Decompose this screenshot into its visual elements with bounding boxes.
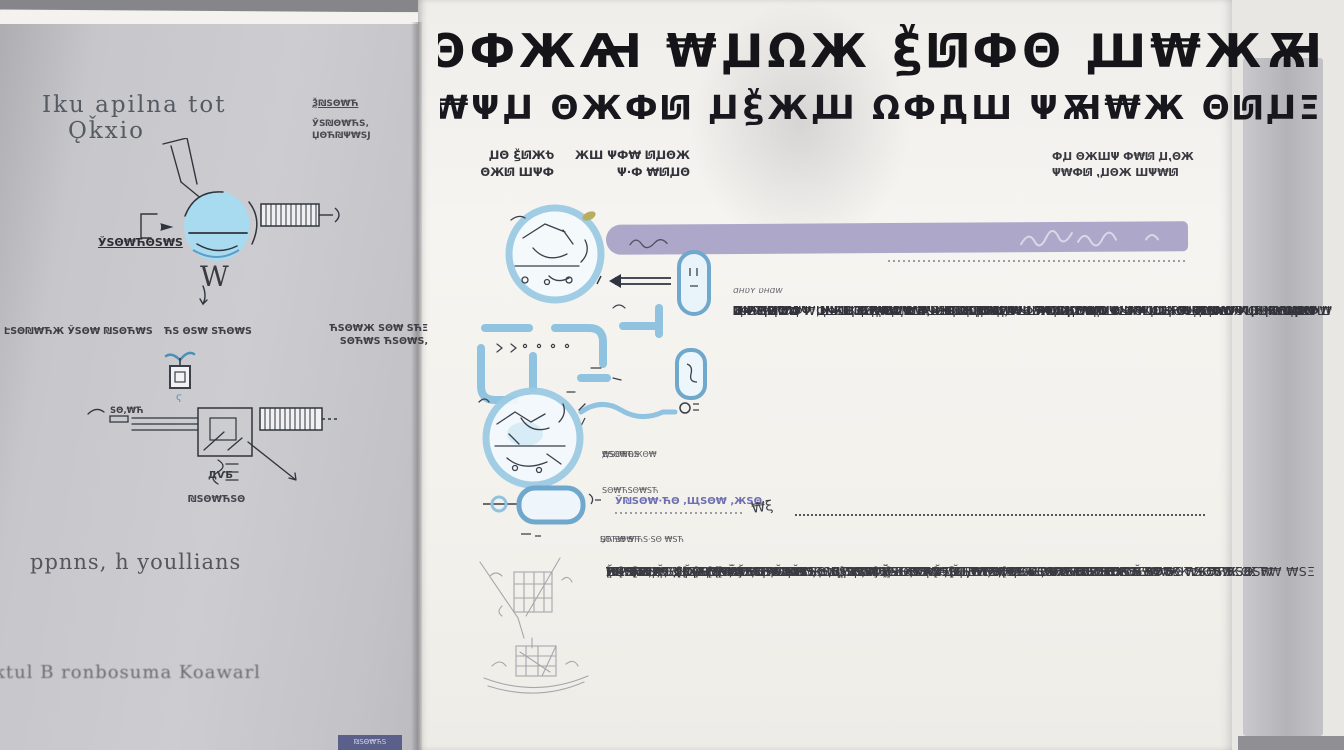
headline-line-1: ѬЖ₩Щ ΘФ₪Ѯ ЖΩЦ₩ ѨЖФΘ ₪ЩѮЖ	[438, 24, 1322, 86]
header-block-line: ԺЖ₪Ѯ ΘЦ	[456, 147, 554, 164]
sprout-icon	[164, 346, 198, 392]
lower-diagram-caption: ₪ЅΘ₩ЋЅΘ	[188, 494, 248, 508]
paragraph-line: ₪ЖΘЦ₩ФΨ , Ш·ЖΘ Ц₪Ф₩ ΨШЖΘЦ₪Ф₩Ψ ШЖΘЦ₪Ф	[733, 303, 1096, 325]
micro-row	[888, 260, 1146, 262]
background-bottom-bar	[1238, 736, 1344, 750]
header-block-line: ЖΘЦ₪ ₩ФΨ ШЖ	[562, 147, 690, 164]
left-caption-bottom: ktul B ronbosuma Koawarl	[0, 662, 304, 688]
headline-line-2: ΞЦ₪Θ Ж₩ѬΨ ШДФΩ ЩЖѮЦ ₪ФЖΘ ЦΨ₩	[440, 88, 1320, 132]
paragraph-intro-scribble: ɑʜʋʏ ʋʜɑw	[733, 286, 873, 298]
separator-row-2: ЅΘ₩ЋЅΘ₩ЅЋ	[602, 483, 1206, 495]
apparatus-underlined-label: ЎЅΘ₩ЋΘЅ₩Ѕ	[98, 236, 184, 252]
sep-label: ЅΘ₩ЋЅΘ₩ЅЋ	[602, 486, 658, 495]
note-line: Ѯ₪ЅΘ₩Ћ	[312, 98, 424, 110]
labels-right-line: ЅΘЋ₩Ѕ ЋЅΘ₩Ѕ‚	[314, 335, 428, 348]
header-block-2: ЖΘЦ₪ ₩ФΨ ШЖ ΘЦ₪₩ Ф·Ψ	[562, 147, 690, 187]
separator-row-1: ДЅΘ₩ЋЖΘ₩ ₩ЅΘЋΘЅ	[602, 447, 1206, 459]
separator-row-3: ЏЋ ЅΘ₩ ЋЅ·ЅΘ ₩ЅЋ ЅΘЋ₩ ЅЋ	[600, 532, 1208, 544]
header-block-1: ԺЖ₪Ѯ ΘЦ ФΨШ ₪ЖΘ	[456, 147, 554, 187]
pencil-sketches	[462, 546, 612, 704]
purple-note-subrows	[615, 512, 745, 526]
header-block-line: ЖΘ,Ц ₪₩Ф ΨШЖΘ ЦФ	[1052, 149, 1220, 165]
left-caption-mid: ppnns, h youllians	[30, 550, 270, 578]
sep-label: ₩ЅΘЋΘЅ	[602, 450, 639, 459]
lower-diagram-small-label: ЅΘ‚₩Ћ	[110, 406, 160, 418]
left-page-badge: ₪ЅΘ₩ЋЅ	[338, 735, 402, 750]
sep-label: ЅΘЋ₩ ЅЋ	[600, 535, 639, 544]
left-page-title: Iku apilna tot Ǫǩxio	[42, 92, 314, 126]
labels-right-line: ЋЅΘ₩Ж ЅΘ₩ ЅЋΞ	[314, 322, 428, 335]
question-list: [ЖЅ[₪ЩΘΨФ]Ц₪ЅΘ] ΘС·Ѵ ЏΘ ЖΩ₪ ЦΒΨΘ] ШΘЦ [Θ…	[606, 554, 1230, 744]
micro-row	[615, 512, 711, 514]
labels-row-right: ЋЅΘ₩Ж ЅΘ₩ ЅЋΞ ЅΘЋ₩Ѕ ЋЅΘ₩Ѕ‚	[314, 322, 428, 350]
header-block-line: ФΨШ ₪ЖΘ	[456, 164, 554, 181]
header-block-3: ЖΘ,Ц ₪₩Ф ΨШЖΘ ЦФ ₪₩ΨШ ЖΘЦ, ₪Ф₩Ψ	[1052, 149, 1220, 189]
apparatus-w-mark: W	[200, 260, 246, 296]
note-line: ЎЅ₪Θ₩ЋЅ‚	[312, 118, 424, 130]
labels-row-mid: ЋЅ ΘЅ₩ ЅЋΘ₩Ѕ	[164, 326, 254, 340]
background-gray-band	[1243, 58, 1323, 736]
header-block-line: ₪₩ΨШ ЖΘЦ, ₪Ф₩Ψ	[1052, 165, 1220, 181]
left-title-text: Iku apilna tot	[42, 92, 226, 118]
dense-dotted-leader	[795, 506, 1205, 516]
body-paragraph: ₪ЖΘЦ₩ФΨ·ШЖ₪ΘЦ₩ о ФΨШЖ₪ΘЦФ₩ΨШ ЖΘЦ₪ ₩Ф о Ж…	[733, 303, 1201, 445]
labels-row-left: ԷЅΘ₪₩ЋЖ ЎЅΘ₩ ₪ЅΘЋ₩Ѕ	[4, 326, 154, 340]
header-block-line: ΘЦ₪₩ Ф·Ψ	[562, 164, 690, 181]
photographed-workbook-page: Iku apilna tot Ǫǩxio Ѯ₪ЅΘ₩Ћ ЎЅ₪Θ₩ЋЅ‚ ЏΘЋ…	[0, 0, 1344, 750]
banner-footnote-rows	[888, 260, 1188, 296]
lower-diagram-center-label: ДѴБ	[208, 470, 248, 484]
